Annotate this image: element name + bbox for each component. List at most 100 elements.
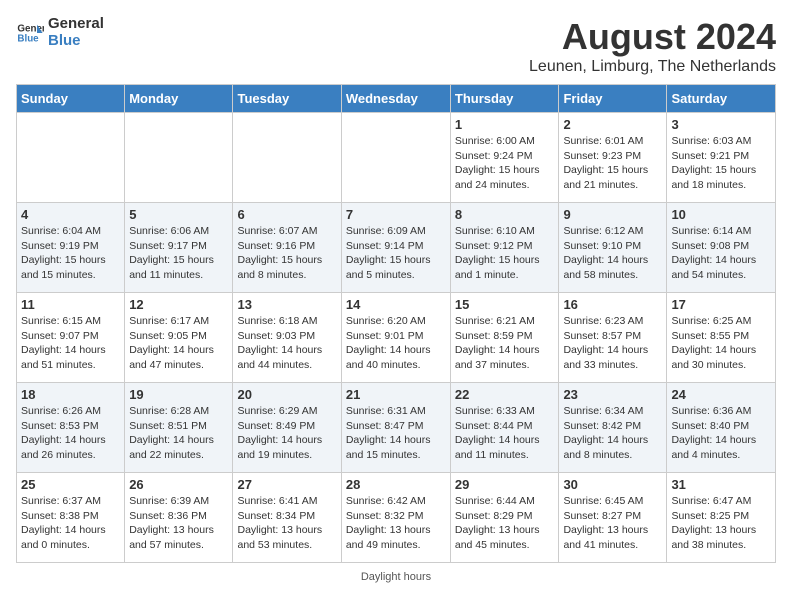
- calendar-cell: 9 Sunrise: 6:12 AM Sunset: 9:10 PM Daylig…: [559, 203, 667, 293]
- weekday-header: Monday: [125, 85, 233, 113]
- calendar-cell: 18 Sunrise: 6:26 AM Sunset: 8:53 PM Dayli…: [17, 383, 125, 473]
- day-number: 2: [563, 117, 662, 132]
- calendar-cell: 2Sunrise: 6:01 AM Sunset: 9:23 PM Daylig…: [559, 113, 667, 203]
- day-info: Sunrise: 6:29 AM Sunset: 8:49 PM Dayligh…: [237, 404, 336, 463]
- day-info: Sunrise: 6:45 AM Sunset: 8:27 PM Dayligh…: [563, 494, 662, 553]
- day-number: 18: [21, 387, 120, 402]
- day-info: Sunrise: 6:09 AM Sunset: 9:14 PM Dayligh…: [346, 224, 446, 283]
- day-number: 5: [129, 207, 228, 222]
- day-info: Sunrise: 6:33 AM Sunset: 8:44 PM Dayligh…: [455, 404, 555, 463]
- calendar-cell: 11 Sunrise: 6:15 AM Sunset: 9:07 PM Dayli…: [17, 293, 125, 383]
- calendar-cell: 12 Sunrise: 6:17 AM Sunset: 9:05 PM Dayli…: [125, 293, 233, 383]
- day-info: Sunrise: 6:23 AM Sunset: 8:57 PM Dayligh…: [563, 314, 662, 373]
- day-number: 22: [455, 387, 555, 402]
- day-number: 30: [563, 477, 662, 492]
- day-number: 14: [346, 297, 446, 312]
- day-number: 15: [455, 297, 555, 312]
- location-subtitle: Leunen, Limburg, The Netherlands: [529, 58, 776, 76]
- calendar-cell: [125, 113, 233, 203]
- day-info: Sunrise: 6:14 AM Sunset: 9:08 PM Dayligh…: [671, 224, 771, 283]
- day-info: Sunrise: 6:28 AM Sunset: 8:51 PM Dayligh…: [129, 404, 228, 463]
- day-number: 25: [21, 477, 120, 492]
- day-info: Sunrise: 6:20 AM Sunset: 9:01 PM Dayligh…: [346, 314, 446, 373]
- day-number: 6: [237, 207, 336, 222]
- calendar-cell: 14 Sunrise: 6:20 AM Sunset: 9:01 PM Dayli…: [341, 293, 450, 383]
- weekday-header: Tuesday: [233, 85, 341, 113]
- day-info: Sunrise: 6:06 AM Sunset: 9:17 PM Dayligh…: [129, 224, 228, 283]
- weekday-header: Thursday: [450, 85, 559, 113]
- calendar-cell: 6Sunrise: 6:07 AM Sunset: 9:16 PM Daylig…: [233, 203, 341, 293]
- day-number: 8: [455, 207, 555, 222]
- day-number: 7: [346, 207, 446, 222]
- day-info: Sunrise: 6:37 AM Sunset: 8:38 PM Dayligh…: [21, 494, 120, 553]
- daylight-label: Daylight hours: [361, 571, 431, 583]
- day-info: Sunrise: 6:42 AM Sunset: 8:32 PM Dayligh…: [346, 494, 446, 553]
- day-number: 28: [346, 477, 446, 492]
- weekday-header: Saturday: [667, 85, 776, 113]
- calendar-week-row: 11 Sunrise: 6:15 AM Sunset: 9:07 PM Dayli…: [17, 293, 776, 383]
- calendar-cell: [233, 113, 341, 203]
- day-number: 23: [563, 387, 662, 402]
- title-block: August 2024 Leunen, Limburg, The Netherl…: [529, 16, 776, 76]
- day-info: Sunrise: 6:44 AM Sunset: 8:29 PM Dayligh…: [455, 494, 555, 553]
- weekday-header: Sunday: [17, 85, 125, 113]
- day-info: Sunrise: 6:12 AM Sunset: 9:10 PM Dayligh…: [563, 224, 662, 283]
- weekday-header: Wednesday: [341, 85, 450, 113]
- day-number: 10: [671, 207, 771, 222]
- calendar-cell: [341, 113, 450, 203]
- day-info: Sunrise: 6:41 AM Sunset: 8:34 PM Dayligh…: [237, 494, 336, 553]
- svg-text:Blue: Blue: [17, 33, 39, 44]
- day-number: 31: [671, 477, 771, 492]
- footer: Daylight hours: [16, 571, 776, 583]
- calendar-cell: 26 Sunrise: 6:39 AM Sunset: 8:36 PM Dayli…: [125, 473, 233, 563]
- day-number: 27: [237, 477, 336, 492]
- day-number: 21: [346, 387, 446, 402]
- day-number: 9: [563, 207, 662, 222]
- day-info: Sunrise: 6:31 AM Sunset: 8:47 PM Dayligh…: [346, 404, 446, 463]
- day-number: 3: [671, 117, 771, 132]
- calendar-cell: 24 Sunrise: 6:36 AM Sunset: 8:40 PM Dayli…: [667, 383, 776, 473]
- calendar-week-row: 4Sunrise: 6:04 AM Sunset: 9:19 PM Daylig…: [17, 203, 776, 293]
- day-info: Sunrise: 6:17 AM Sunset: 9:05 PM Dayligh…: [129, 314, 228, 373]
- page-header: General Blue General Blue August 2024 Le…: [16, 16, 776, 76]
- calendar-week-row: 18 Sunrise: 6:26 AM Sunset: 8:53 PM Dayli…: [17, 383, 776, 473]
- logo: General Blue General Blue: [16, 16, 104, 49]
- day-info: Sunrise: 6:00 AM Sunset: 9:24 PM Dayligh…: [455, 134, 555, 193]
- calendar-cell: 4Sunrise: 6:04 AM Sunset: 9:19 PM Daylig…: [17, 203, 125, 293]
- day-info: Sunrise: 6:36 AM Sunset: 8:40 PM Dayligh…: [671, 404, 771, 463]
- day-number: 1: [455, 117, 555, 132]
- calendar-week-row: 1 Sunrise: 6:00 AM Sunset: 9:24 PM Daylig…: [17, 113, 776, 203]
- weekday-header-row: SundayMondayTuesdayWednesdayThursdayFrid…: [17, 85, 776, 113]
- calendar-cell: 21 Sunrise: 6:31 AM Sunset: 8:47 PM Dayli…: [341, 383, 450, 473]
- calendar-table: SundayMondayTuesdayWednesdayThursdayFrid…: [16, 84, 776, 563]
- calendar-cell: 8 Sunrise: 6:10 AM Sunset: 9:12 PM Daylig…: [450, 203, 559, 293]
- calendar-cell: 25 Sunrise: 6:37 AM Sunset: 8:38 PM Dayli…: [17, 473, 125, 563]
- calendar-cell: 5 Sunrise: 6:06 AM Sunset: 9:17 PM Daylig…: [125, 203, 233, 293]
- calendar-cell: 10 Sunrise: 6:14 AM Sunset: 9:08 PM Dayli…: [667, 203, 776, 293]
- calendar-cell: [17, 113, 125, 203]
- day-number: 12: [129, 297, 228, 312]
- day-number: 11: [21, 297, 120, 312]
- calendar-week-row: 25 Sunrise: 6:37 AM Sunset: 8:38 PM Dayli…: [17, 473, 776, 563]
- calendar-cell: 1 Sunrise: 6:00 AM Sunset: 9:24 PM Daylig…: [450, 113, 559, 203]
- logo-line2: Blue: [48, 33, 104, 50]
- day-info: Sunrise: 6:47 AM Sunset: 8:25 PM Dayligh…: [671, 494, 771, 553]
- day-info: Sunrise: 6:34 AM Sunset: 8:42 PM Dayligh…: [563, 404, 662, 463]
- calendar-cell: 19Sunrise: 6:28 AM Sunset: 8:51 PM Dayli…: [125, 383, 233, 473]
- day-info: Sunrise: 6:25 AM Sunset: 8:55 PM Dayligh…: [671, 314, 771, 373]
- day-info: Sunrise: 6:39 AM Sunset: 8:36 PM Dayligh…: [129, 494, 228, 553]
- day-number: 4: [21, 207, 120, 222]
- day-number: 26: [129, 477, 228, 492]
- day-number: 29: [455, 477, 555, 492]
- day-info: Sunrise: 6:26 AM Sunset: 8:53 PM Dayligh…: [21, 404, 120, 463]
- day-info: Sunrise: 6:15 AM Sunset: 9:07 PM Dayligh…: [21, 314, 120, 373]
- day-number: 24: [671, 387, 771, 402]
- calendar-cell: 23 Sunrise: 6:34 AM Sunset: 8:42 PM Dayli…: [559, 383, 667, 473]
- day-info: Sunrise: 6:21 AM Sunset: 8:59 PM Dayligh…: [455, 314, 555, 373]
- day-number: 13: [237, 297, 336, 312]
- calendar-cell: 30 Sunrise: 6:45 AM Sunset: 8:27 PM Dayli…: [559, 473, 667, 563]
- calendar-cell: 20Sunrise: 6:29 AM Sunset: 8:49 PM Dayli…: [233, 383, 341, 473]
- day-info: Sunrise: 6:10 AM Sunset: 9:12 PM Dayligh…: [455, 224, 555, 283]
- calendar-cell: 16Sunrise: 6:23 AM Sunset: 8:57 PM Dayli…: [559, 293, 667, 383]
- day-number: 17: [671, 297, 771, 312]
